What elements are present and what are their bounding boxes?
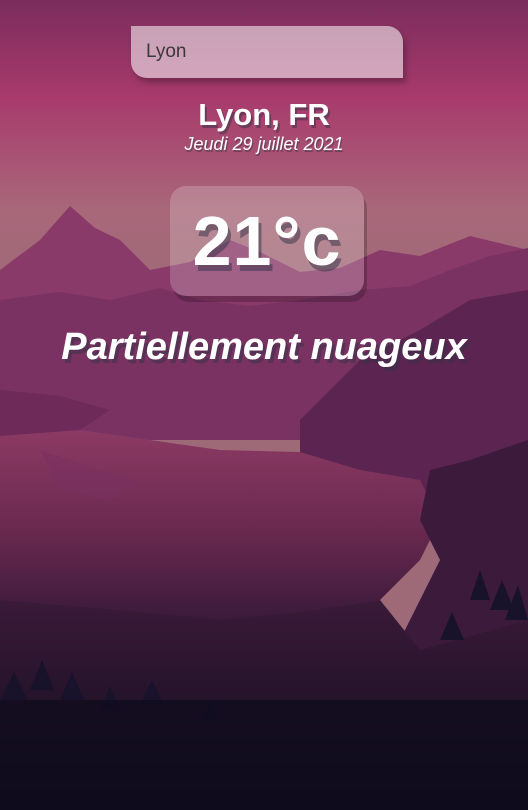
city-search-input[interactable] xyxy=(131,26,403,78)
temperature-value: 21°c xyxy=(192,202,342,280)
temperature-card: 21°c xyxy=(170,186,364,296)
city-name: Lyon, FR xyxy=(198,97,330,132)
weather-app: Lyon, FR Jeudi 29 juillet 2021 21°c Part… xyxy=(0,0,528,810)
location-block: Lyon, FR Jeudi 29 juillet 2021 xyxy=(0,98,528,155)
weather-condition: Partiellement nuageux xyxy=(61,326,467,368)
current-date: Jeudi 29 juillet 2021 xyxy=(184,134,344,154)
